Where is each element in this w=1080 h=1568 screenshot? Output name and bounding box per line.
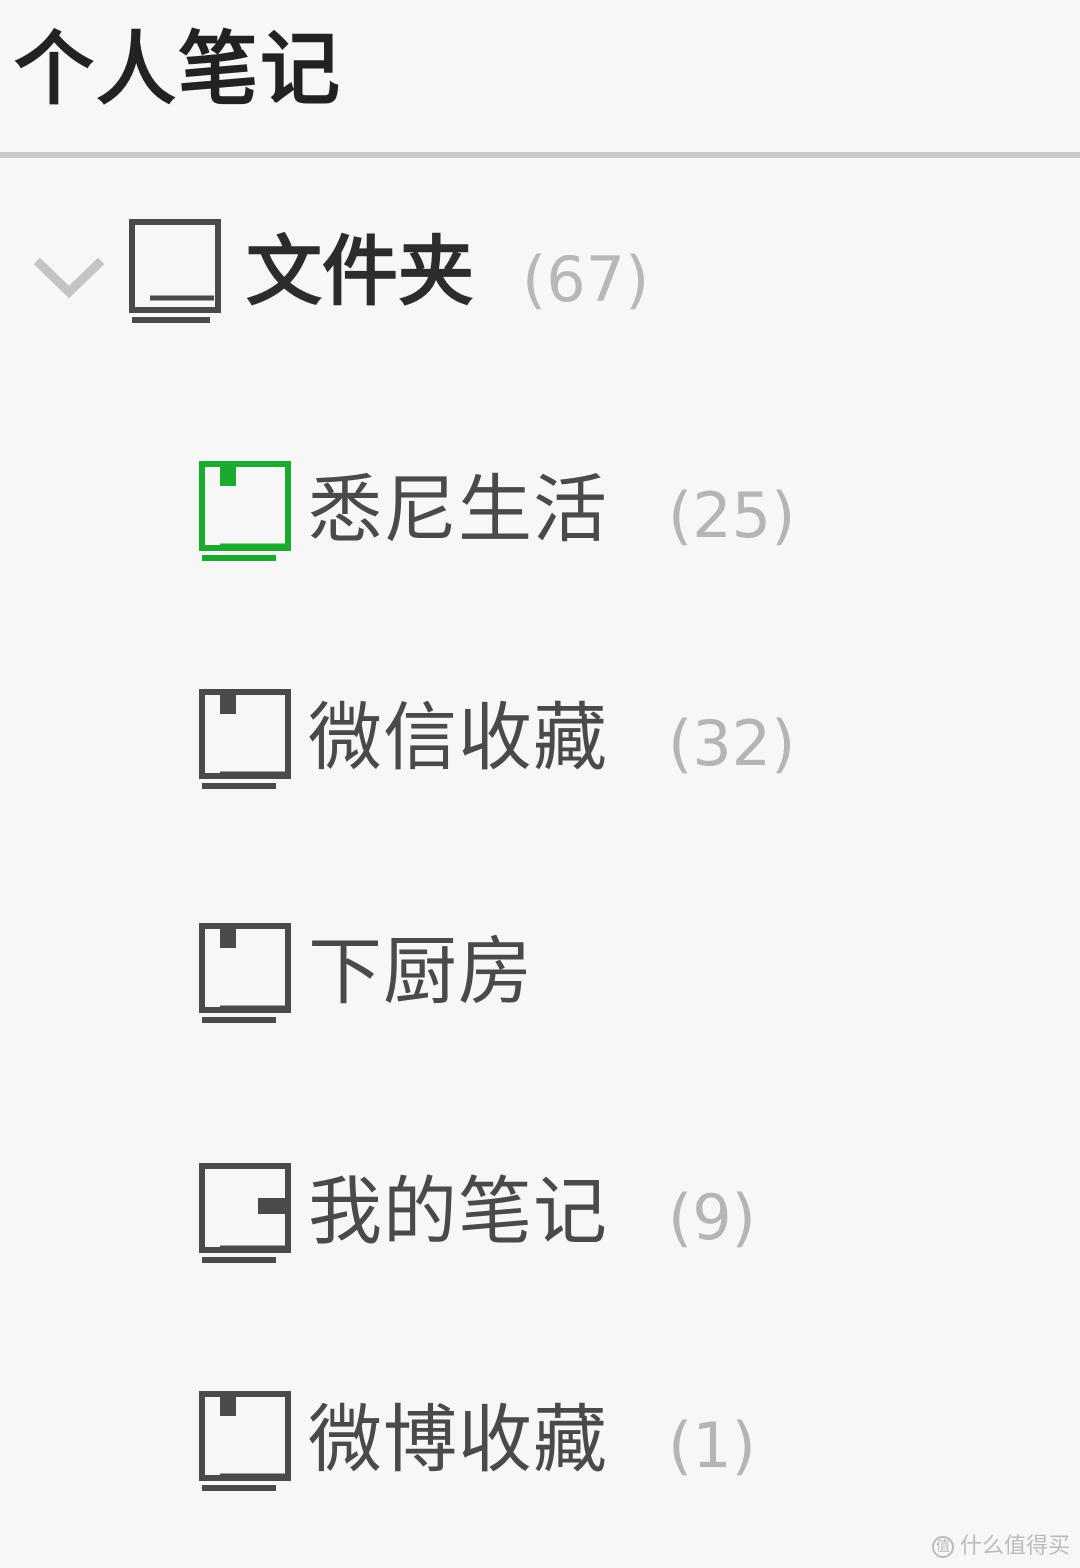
notebook-icon: [199, 923, 291, 1023]
folder-label[interactable]: 文件夹: [246, 222, 474, 322]
notebook-item-xiachufang[interactable]: 下厨房: [0, 922, 1080, 1032]
notebook-icon: [199, 689, 291, 789]
watermark: 值 什么值得买: [931, 1532, 1070, 1562]
header: 个人笔记: [0, 0, 1080, 152]
notebook-count: (32): [668, 707, 796, 780]
notebook-label: 下厨房: [308, 929, 533, 1015]
notebook-active-icon: [199, 461, 291, 561]
watermark-text: 什么值得买: [959, 1534, 1070, 1559]
notebook-label: 悉尼生活: [308, 467, 608, 553]
folder-count: (67): [522, 243, 650, 316]
notebook-stack-icon: [129, 219, 221, 323]
notebook-label: 微信收藏: [308, 695, 608, 781]
notebook-item-weibo-favorites[interactable]: 微博收藏 (1): [0, 1390, 1080, 1500]
notebook-item-sydney-life[interactable]: 悉尼生活 (25): [0, 460, 1080, 570]
notebook-item-wechat-favorites[interactable]: 微信收藏 (32): [0, 688, 1080, 798]
notebook-label: 微博收藏: [308, 1397, 608, 1483]
page-title: 个人笔记: [14, 23, 342, 116]
divider: [0, 152, 1080, 158]
notebook-count: (25): [668, 479, 796, 552]
notebook-count: (1): [668, 1409, 756, 1482]
notebook-default-icon: [199, 1163, 291, 1263]
notebook-item-my-notes[interactable]: 我的笔记 (9): [0, 1162, 1080, 1272]
chevron-down-icon[interactable]: [34, 256, 104, 300]
notebook-count: (9): [668, 1181, 756, 1254]
notebook-icon: [199, 1391, 291, 1491]
notebook-label: 我的笔记: [308, 1169, 608, 1255]
watermark-logo-icon: 值: [931, 1536, 954, 1558]
